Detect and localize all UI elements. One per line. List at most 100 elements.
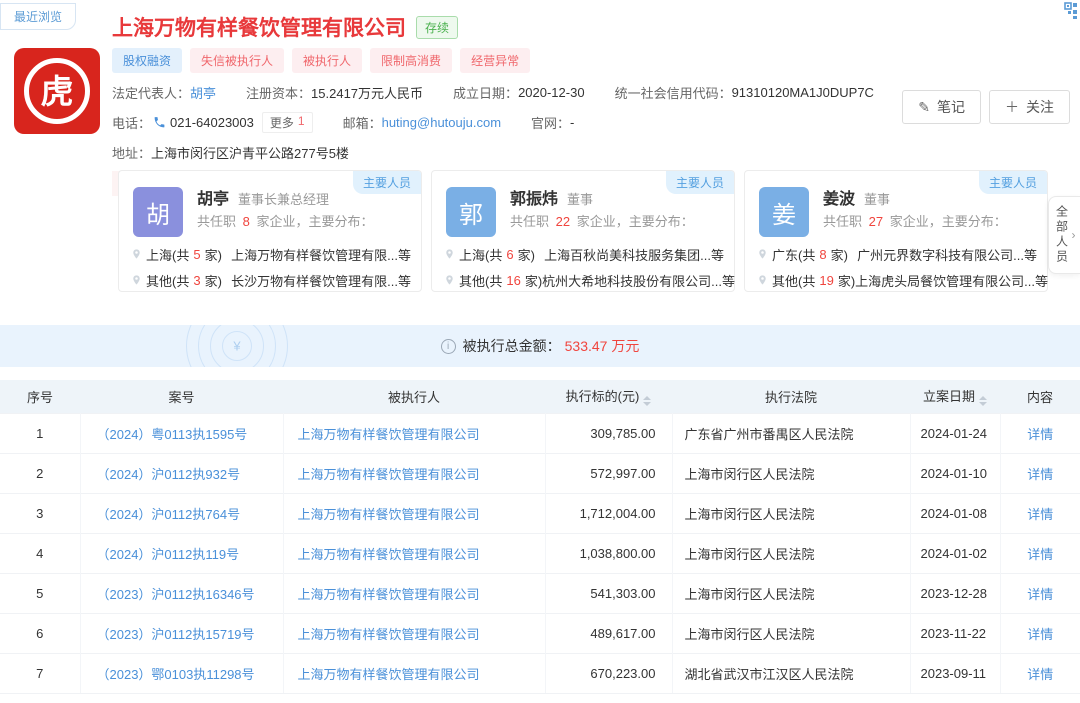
phone-icon (153, 116, 166, 129)
execution-amount: 1,712,004.00 (545, 493, 672, 533)
tag-operation-abnormal[interactable]: 经营异常 (460, 48, 530, 73)
loc-count: 16 (506, 273, 520, 288)
related-company-link[interactable]: 上海百秋尚美科技服务集团...等 (544, 245, 724, 264)
tag-consumption-restriction[interactable]: 限制高消费 (370, 48, 452, 73)
col-header-amount[interactable]: 执行标的(元) (545, 380, 672, 413)
case-number-link[interactable]: （2023）沪0112执16346号 (97, 587, 255, 602)
executed-person-link[interactable]: 上海万物有样餐饮管理有限公司 (298, 667, 480, 682)
info-icon: i (441, 339, 456, 354)
executed-person-link[interactable]: 上海万物有样餐饮管理有限公司 (298, 627, 480, 642)
follow-button[interactable]: ＋ 关注 (989, 90, 1070, 124)
jobs-count: 22 (556, 214, 570, 229)
qr-code-corner-icon[interactable] (1056, 2, 1078, 24)
person-name[interactable]: 郭振炜 (510, 185, 558, 209)
person-jobs-line: 共任职 27 家企业，主要分布： (823, 211, 1037, 230)
case-number-link[interactable]: （2024）沪0112执119号 (97, 547, 240, 562)
executed-person-link[interactable]: 上海万物有样餐饮管理有限公司 (298, 507, 480, 522)
table-row: 1 （2024）粤0113执1595号 上海万物有样餐饮管理有限公司 309,7… (0, 413, 1080, 453)
location-label: 上海(共5家) (131, 245, 222, 264)
execution-amount: 670,223.00 (545, 653, 672, 693)
phone-more-button[interactable]: 更多 1 (262, 112, 313, 133)
website-group: 官网： - (531, 113, 574, 132)
case-number-link[interactable]: （2024）沪0112执932号 (97, 467, 241, 482)
executed-person-link[interactable]: 上海万物有样餐饮管理有限公司 (298, 587, 480, 602)
yen-ripple-decoration: ¥ (192, 325, 282, 367)
table-row: 3 （2024）沪0112执764号 上海万物有样餐饮管理有限公司 1,712,… (0, 493, 1080, 533)
distribution-list: 上海(共6家) 上海百秋尚美科技服务集团...等 其他(共16家) 杭州大希地科… (444, 241, 724, 293)
note-button-label: 笔记 (937, 97, 965, 117)
related-company-link[interactable]: 上海虎头局餐饮管理有限公司...等 (855, 271, 1048, 290)
company-header: 上海万物有样餐饮管理有限公司 存续 股权融资 失信被执行人 被执行人 限制高消费… (112, 12, 930, 196)
person-name[interactable]: 胡亭 (197, 185, 229, 209)
execution-amount: 541,303.00 (545, 573, 672, 613)
location-pin-icon (444, 274, 455, 286)
execution-court: 上海市闵行区人民法院 (672, 493, 910, 533)
location-pin-icon (757, 274, 768, 286)
detail-link[interactable]: 详情 (1027, 467, 1053, 482)
tag-equity-financing[interactable]: 股权融资 (112, 48, 182, 73)
location-label: 其他(共 19 家) (757, 271, 855, 290)
row-index: 6 (0, 613, 80, 653)
recent-browse-tab[interactable]: 最近浏览 (0, 3, 76, 30)
related-company-link[interactable]: 上海万物有样餐饮管理有限...等 (231, 245, 411, 264)
related-company-link[interactable]: 杭州大希地科技股份有限公司...等 (542, 271, 735, 290)
email-link[interactable]: huting@hutouju.com (382, 115, 501, 130)
sort-date-icon[interactable] (979, 396, 987, 406)
execution-amount: 572,997.00 (545, 453, 672, 493)
avatar[interactable]: 郭 (446, 187, 496, 237)
person-card-huting: 主要人员 胡 胡亭 董事长兼总经理 共任职 8 家企业，主要分布： 上海(共5家… (118, 170, 422, 292)
tag-executee[interactable]: 被执行人 (292, 48, 362, 73)
detail-link[interactable]: 详情 (1027, 627, 1053, 642)
detail-link[interactable]: 详情 (1027, 587, 1053, 602)
loc-count: 3 (193, 273, 200, 288)
col-header-date[interactable]: 立案日期 (910, 380, 1000, 413)
person-title: 董事 (567, 189, 593, 208)
person-head: 姜波 董事 (823, 185, 1037, 209)
case-number-link[interactable]: （2024）粤0113执1595号 (97, 427, 248, 442)
note-button[interactable]: ✎ 笔记 (902, 90, 981, 124)
tag-dishonest-executee[interactable]: 失信被执行人 (190, 48, 284, 73)
avatar[interactable]: 胡 (133, 187, 183, 237)
location-label: 其他(共3家) (131, 271, 222, 290)
avatar[interactable]: 姜 (759, 187, 809, 237)
phone-value: 021-64023003 (170, 115, 254, 130)
person-head: 胡亭 董事长兼总经理 (197, 185, 411, 209)
execution-total-banner: ¥ i 被执行总金额： 533.47 万元 (0, 325, 1080, 367)
case-number-link[interactable]: （2023）沪0112执15719号 (97, 627, 255, 642)
legal-rep-label: 法定代表人： (112, 83, 190, 102)
all-members-tab[interactable]: 全部人员 › (1048, 196, 1080, 274)
case-number-link[interactable]: （2024）沪0112执764号 (97, 507, 241, 522)
location-pin-icon (131, 274, 142, 286)
person-name[interactable]: 姜波 (823, 185, 855, 209)
logo-character: 虎 (41, 75, 74, 108)
loc-suffix: 家) (838, 271, 855, 290)
email-label: 邮箱： (343, 113, 382, 132)
loc-prefix: 其他(共 (772, 271, 815, 290)
person-card-jiangbo: 主要人员 姜 姜波 董事 共任职 27 家企业，主要分布： 广东(共8家) 广州… (744, 170, 1048, 292)
detail-link[interactable]: 详情 (1027, 507, 1053, 522)
filing-date: 2024-01-10 (910, 453, 1000, 493)
key-personnel-row: 主要人员 胡 胡亭 董事长兼总经理 共任职 8 家企业，主要分布： 上海(共5家… (118, 170, 1048, 292)
detail-link[interactable]: 详情 (1027, 547, 1053, 562)
related-company-link[interactable]: 长沙万物有样餐饮管理有限...等 (231, 271, 411, 290)
credit-code-value: 91310120MA1J0DUP7C (732, 85, 874, 100)
detail-link[interactable]: 详情 (1027, 667, 1053, 682)
executed-person-link[interactable]: 上海万物有样餐饮管理有限公司 (298, 427, 480, 442)
pencil-icon: ✎ (918, 99, 930, 116)
loc-count: 5 (193, 247, 200, 262)
executed-person-link[interactable]: 上海万物有样餐饮管理有限公司 (298, 467, 480, 482)
execution-amount: 1,038,800.00 (545, 533, 672, 573)
related-company-link[interactable]: 广州元界数字科技有限公司...等 (857, 245, 1037, 264)
basic-info-row: 法定代表人： 胡亭 注册资本： 15.2417万元人民币 成立日期： 2020-… (112, 83, 930, 102)
executed-person-link[interactable]: 上海万物有样餐饮管理有限公司 (298, 547, 480, 562)
reg-capital-label: 注册资本： (246, 83, 311, 102)
legal-rep-link[interactable]: 胡亭 (190, 83, 216, 102)
person-title: 董事 (864, 189, 890, 208)
case-number-link[interactable]: （2023）鄂0103执11298号 (97, 667, 255, 682)
company-profile-page: 最近浏览 虎 上海万物有样餐饮管理有限公司 存续 股权融资 失信被执行人 被执行… (0, 0, 1080, 703)
loc-count: 19 (819, 273, 833, 288)
table-row: 2 （2024）沪0112执932号 上海万物有样餐饮管理有限公司 572,99… (0, 453, 1080, 493)
execution-total-label: 被执行总金额： (463, 336, 561, 356)
sort-amount-icon[interactable] (643, 396, 651, 406)
detail-link[interactable]: 详情 (1027, 427, 1053, 442)
